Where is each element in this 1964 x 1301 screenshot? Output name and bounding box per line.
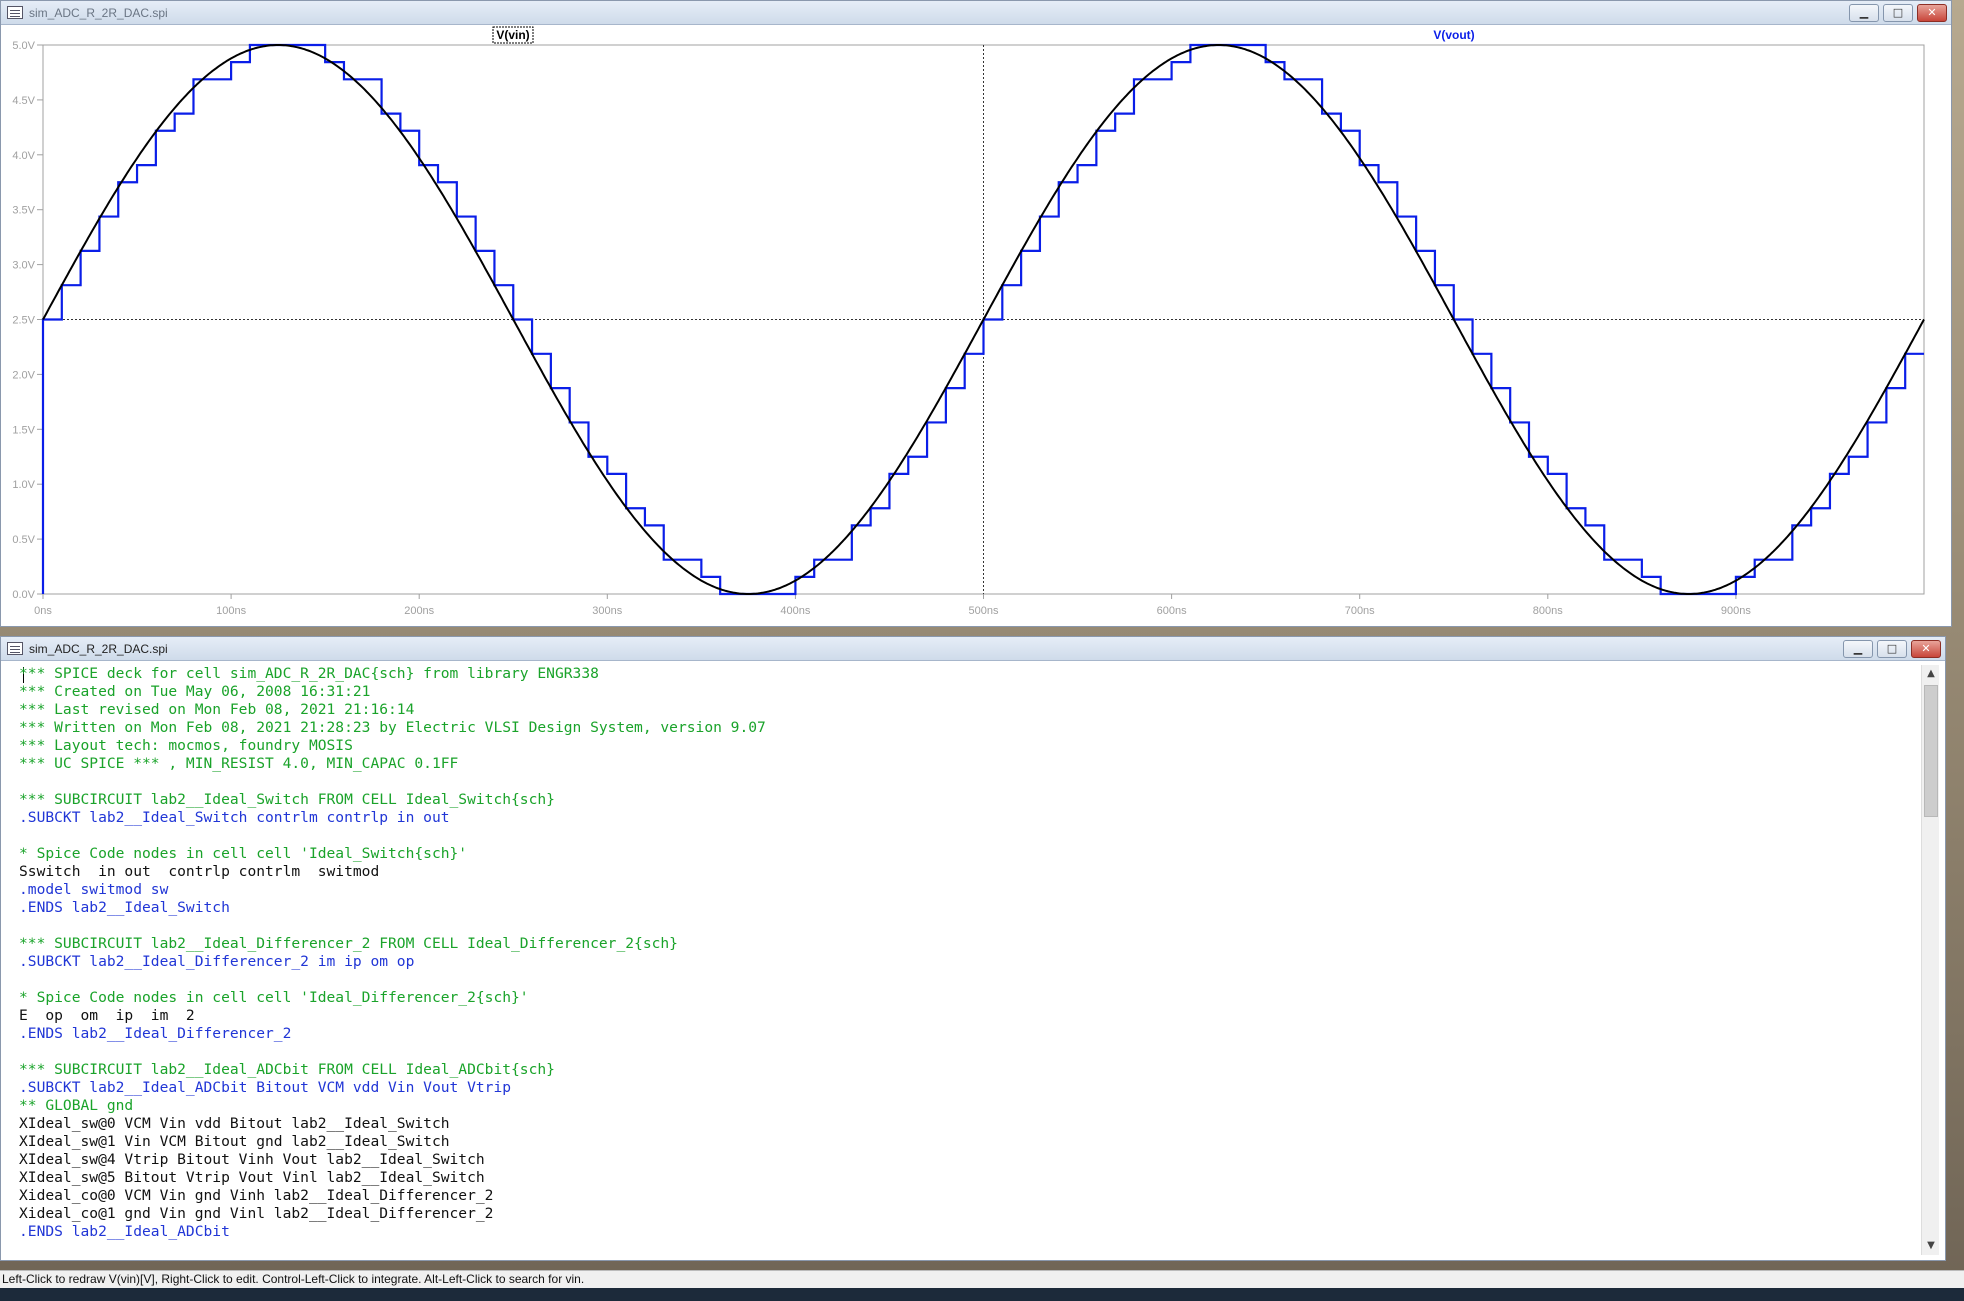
code-line: *** Layout tech: mocmos, foundry MOSIS [19,737,353,754]
code-line: .model switmod sw [19,881,169,898]
trace-label-vin[interactable]: V(vin) [496,28,529,42]
y-tick-label: 2.0V [12,369,35,381]
x-tick-label: 600ns [1157,605,1187,617]
netlist-close-button[interactable]: ✕ [1911,640,1941,658]
waveform-titlebar[interactable]: sim_ADC_R_2R_DAC.spi ▁ □ ✕ [1,1,1951,25]
code-line: Sswitch in out contrlp contrlm switmod [19,863,380,880]
y-tick-label: 2.5V [12,315,35,327]
code-line: ** GLOBAL gnd [19,1097,134,1114]
code-line: Xideal_co@0 VCM Vin gnd Vinh lab2__Ideal… [19,1187,494,1204]
plot-area[interactable]: 5.0V 4.5V 4.0V 3.5V 3.0V 2.5V 2.0V 1.5V 1.0V 0.5V… [1,25,1951,626]
code-line: XIdeal_sw@0 VCM Vin vdd Bitout lab2__Ide… [19,1115,450,1132]
scroll-down-arrow-icon[interactable]: ▼ [1922,1237,1940,1255]
code-line: .ENDS lab2__Ideal_ADCbit [19,1223,230,1240]
y-tick-label: 0.5V [12,534,35,546]
code-line: *** Written on Mon Feb 08, 2021 21:28:23… [19,719,766,736]
code-line: .ENDS lab2__Ideal_Differencer_2 [19,1025,292,1042]
code-line: * Spice Code nodes in cell cell 'Ideal_D… [19,989,529,1006]
y-tick-label: 4.5V [12,95,35,107]
y-tick-label: 1.5V [12,424,35,436]
waveform-maximize-button[interactable]: □ [1883,4,1913,22]
netlist-window-icon [7,642,23,655]
x-tick-label: 500ns [969,605,999,617]
x-tick-label: 700ns [1345,605,1375,617]
y-tick-label: 0.0V [12,589,35,601]
waveform-close-button[interactable]: ✕ [1917,4,1947,22]
waveform-minimize-button[interactable]: ▁ [1849,4,1879,22]
x-tick-label: 400ns [780,605,810,617]
code-line: *** SUBCIRCUIT lab2__Ideal_Switch FROM C… [19,791,555,808]
code-line: .SUBCKT lab2__Ideal_Switch contrlm contr… [19,809,450,826]
code-line: .SUBCKT lab2__Ideal_ADCbit Bitout VCM vd… [19,1079,512,1096]
x-tick-label: 900ns [1721,605,1751,617]
code-line: XIdeal_sw@4 Vtrip Bitout Vinh Vout lab2_… [19,1151,485,1168]
trace-label-vout[interactable]: V(vout) [1433,28,1474,42]
code-line: *** SUBCIRCUIT lab2__Ideal_ADCbit FROM C… [19,1061,555,1078]
code-line: XIdeal_sw@5 Bitout Vtrip Vout Vinl lab2_… [19,1169,485,1186]
netlist-window-title: sim_ADC_R_2R_DAC.spi [29,642,168,656]
y-tick-label: 3.5V [12,205,35,217]
code-line: XIdeal_sw@1 Vin VCM Bitout gnd lab2__Ide… [19,1133,450,1150]
x-tick-label: 100ns [216,605,246,617]
scroll-up-arrow-icon[interactable]: ▲ [1922,665,1940,683]
waveform-window[interactable]: sim_ADC_R_2R_DAC.spi ▁ □ ✕ 5.0V 4.5V 4.0V 3… [0,0,1952,627]
code-line: .SUBCKT lab2__Ideal_Differencer_2 im ip … [19,953,415,970]
netlist-window[interactable]: sim_ADC_R_2R_DAC.spi ▁ □ ✕ *** SPICE dec… [0,636,1946,1261]
code-line: Xideal_co@1 gnd Vin gnd Vinl lab2__Ideal… [19,1205,494,1222]
waveform-window-title: sim_ADC_R_2R_DAC.spi [29,6,168,20]
code-line: *** Last revised on Mon Feb 08, 2021 21:… [19,701,415,718]
netlist-maximize-button[interactable]: □ [1877,640,1907,658]
code-line: * Spice Code nodes in cell cell 'Ideal_S… [19,845,468,862]
netlist-vertical-scrollbar[interactable]: ▲ ▼ [1921,665,1939,1255]
netlist-minimize-button[interactable]: ▁ [1843,640,1873,658]
scrollbar-thumb[interactable] [1924,685,1938,817]
netlist-code[interactable]: *** SPICE deck for cell sim_ADC_R_2R_DAC… [19,665,766,1241]
y-tick-label: 3.0V [12,260,35,272]
netlist-titlebar[interactable]: sim_ADC_R_2R_DAC.spi ▁ □ ✕ [1,637,1945,661]
status-bar: Left-Click to redraw V(vin)[V], Right-Cl… [0,1270,1964,1288]
waveform-plot[interactable]: 5.0V 4.5V 4.0V 3.5V 3.0V 2.5V 2.0V 1.5V 1.0V 0.5V… [1,25,1951,626]
code-line: *** SPICE deck for cell sim_ADC_R_2R_DAC… [19,665,599,682]
y-tick-label: 4.0V [12,150,35,162]
x-tick-label: 300ns [592,605,622,617]
waveform-window-icon [7,6,23,19]
y-tick-label: 5.0V [12,40,35,52]
code-line: .ENDS lab2__Ideal_Switch [19,899,230,916]
netlist-editor[interactable]: *** SPICE deck for cell sim_ADC_R_2R_DAC… [7,663,1917,1257]
code-line: *** UC SPICE *** , MIN_RESIST 4.0, MIN_C… [19,755,459,772]
code-line: E op om ip im 2 [19,1007,195,1024]
x-tick-label: 200ns [404,605,434,617]
code-line: *** Created on Tue May 06, 2008 16:31:21 [19,683,371,700]
y-tick-label: 1.0V [12,479,35,491]
x-tick-label: 0ns [34,605,52,617]
x-tick-label: 800ns [1533,605,1563,617]
code-line: *** SUBCIRCUIT lab2__Ideal_Differencer_2… [19,935,678,952]
taskbar [0,1288,1964,1301]
